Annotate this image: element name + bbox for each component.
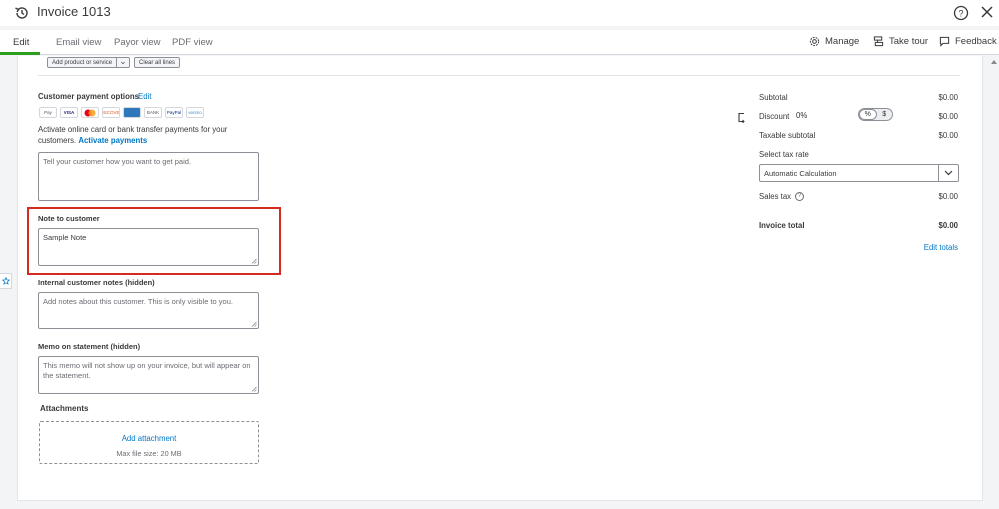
chevron-down-icon bbox=[121, 61, 125, 64]
clear-all-lines-button[interactable]: Clear all lines bbox=[134, 57, 181, 68]
internal-notes-label: Internal customer notes (hidden) bbox=[38, 278, 155, 287]
add-attachment-link[interactable]: Add attachment bbox=[40, 434, 258, 443]
add-product-dropdown[interactable] bbox=[117, 57, 131, 68]
internal-notes-placeholder: Add notes about this customer. This is o… bbox=[43, 297, 233, 306]
tab-payor-view[interactable]: Payor view bbox=[114, 37, 160, 48]
take-tour-label: Take tour bbox=[889, 36, 929, 47]
payment-options-edit-link[interactable]: Edit bbox=[138, 92, 151, 101]
activate-payments-link[interactable]: Activate payments bbox=[78, 136, 147, 145]
taxable-subtotal-label: Taxable subtotal bbox=[759, 131, 816, 140]
page-title: Invoice 1013 bbox=[37, 4, 111, 19]
add-product-button[interactable]: Add product or service bbox=[47, 57, 118, 68]
resize-handle-icon[interactable] bbox=[251, 258, 257, 264]
bank-icon: BANK bbox=[144, 107, 162, 118]
invoice-total-value: $0.00 bbox=[938, 221, 958, 230]
paypal-icon: PayPal bbox=[165, 107, 183, 118]
active-tab-indicator bbox=[0, 52, 40, 55]
invoice-total-label: Invoice total bbox=[759, 221, 805, 230]
subtotal-value: $0.00 bbox=[938, 93, 958, 102]
svg-text:?: ? bbox=[958, 9, 963, 19]
resize-handle-icon[interactable] bbox=[251, 386, 257, 392]
mastercard-icon bbox=[81, 107, 99, 118]
discover-icon: DISCOVER bbox=[102, 107, 120, 118]
tax-rate-select[interactable]: Automatic Calculation bbox=[759, 164, 959, 182]
line-item-actions: Add product or service Clear all lines bbox=[47, 57, 181, 68]
note-to-customer-input[interactable]: Sample Note bbox=[38, 228, 259, 266]
subtotal-label: Subtotal bbox=[759, 93, 788, 102]
divider bbox=[38, 75, 960, 76]
feedback-button[interactable]: Feedback bbox=[939, 36, 997, 47]
sales-tax-label: Sales tax bbox=[759, 192, 792, 201]
view-tabs: Edit Email view Payor view PDF view Mana… bbox=[0, 30, 999, 55]
memo-input[interactable]: This memo will not show up on your invoi… bbox=[38, 356, 259, 394]
discount-position-icon[interactable] bbox=[737, 112, 746, 123]
taxable-subtotal-value: $0.00 bbox=[938, 131, 958, 140]
scroll-up-arrow[interactable] bbox=[991, 60, 997, 64]
payment-instructions-input[interactable]: Tell your customer how you want to get p… bbox=[38, 152, 259, 201]
visa-icon: VISA bbox=[60, 107, 78, 118]
info-icon[interactable]: ? bbox=[795, 192, 805, 202]
note-to-customer-label: Note to customer bbox=[38, 214, 100, 223]
discount-value: $0.00 bbox=[938, 112, 958, 121]
resize-handle-icon[interactable] bbox=[251, 321, 257, 327]
note-to-customer-value: Sample Note bbox=[43, 233, 87, 242]
chevron-down-icon bbox=[944, 170, 953, 176]
title-bar: Invoice 1013 ? bbox=[0, 0, 999, 26]
percent-toggle-option[interactable]: % bbox=[859, 109, 877, 120]
favorite-star-tab[interactable] bbox=[0, 273, 12, 289]
activate-payments-text: Activate online card or bank transfer pa… bbox=[38, 124, 233, 146]
take-tour-button[interactable]: Take tour bbox=[873, 36, 928, 47]
internal-notes-input[interactable]: Add notes about this customer. This is o… bbox=[38, 292, 259, 329]
history-icon[interactable] bbox=[14, 5, 30, 21]
memo-label: Memo on statement (hidden) bbox=[38, 342, 141, 351]
dollar-toggle-option[interactable]: $ bbox=[877, 109, 893, 120]
tab-email-view[interactable]: Email view bbox=[56, 37, 101, 48]
manage-label: Manage bbox=[825, 36, 860, 47]
add-product-split-button: Add product or service bbox=[47, 57, 131, 68]
sales-tax-value: $0.00 bbox=[938, 192, 958, 201]
sales-tax-row: Sales tax? bbox=[759, 192, 805, 202]
tax-rate-label: Select tax rate bbox=[759, 150, 809, 159]
tour-icon bbox=[873, 36, 884, 47]
feedback-label: Feedback bbox=[955, 36, 997, 47]
venmo-icon: venmo bbox=[186, 107, 204, 118]
amex-icon bbox=[123, 107, 141, 118]
tab-edit[interactable]: Edit bbox=[13, 37, 29, 48]
discount-label: Discount bbox=[759, 112, 790, 121]
max-file-size-text: Max file size: 20 MB bbox=[116, 449, 182, 458]
tax-rate-value: Automatic Calculation bbox=[764, 168, 837, 178]
scrollbar[interactable] bbox=[988, 56, 999, 509]
attachments-heading: Attachments bbox=[40, 404, 89, 413]
feedback-icon bbox=[939, 36, 950, 47]
gear-icon bbox=[809, 36, 820, 47]
attachment-dropzone[interactable]: Add attachment Max file size: 20 MB bbox=[39, 421, 259, 464]
payment-options-heading: Customer payment options bbox=[38, 92, 139, 101]
manage-button[interactable]: Manage bbox=[809, 36, 859, 47]
close-icon[interactable] bbox=[980, 5, 994, 19]
tax-rate-dropdown-arrow[interactable] bbox=[938, 165, 958, 181]
tab-pdf-view[interactable]: PDF view bbox=[172, 37, 213, 48]
apple-pay-icon: Pay bbox=[39, 107, 57, 118]
help-icon[interactable]: ? bbox=[953, 5, 969, 21]
star-icon bbox=[1, 277, 10, 285]
discount-type-toggle[interactable]: % $ bbox=[858, 108, 893, 121]
payment-methods-icons: Pay VISA DISCOVER BANK PayPal venmo bbox=[39, 107, 204, 118]
memo-placeholder: This memo will not show up on your invoi… bbox=[43, 361, 251, 380]
edit-totals-link[interactable]: Edit totals bbox=[924, 243, 958, 252]
discount-percent[interactable]: 0% bbox=[796, 111, 807, 120]
